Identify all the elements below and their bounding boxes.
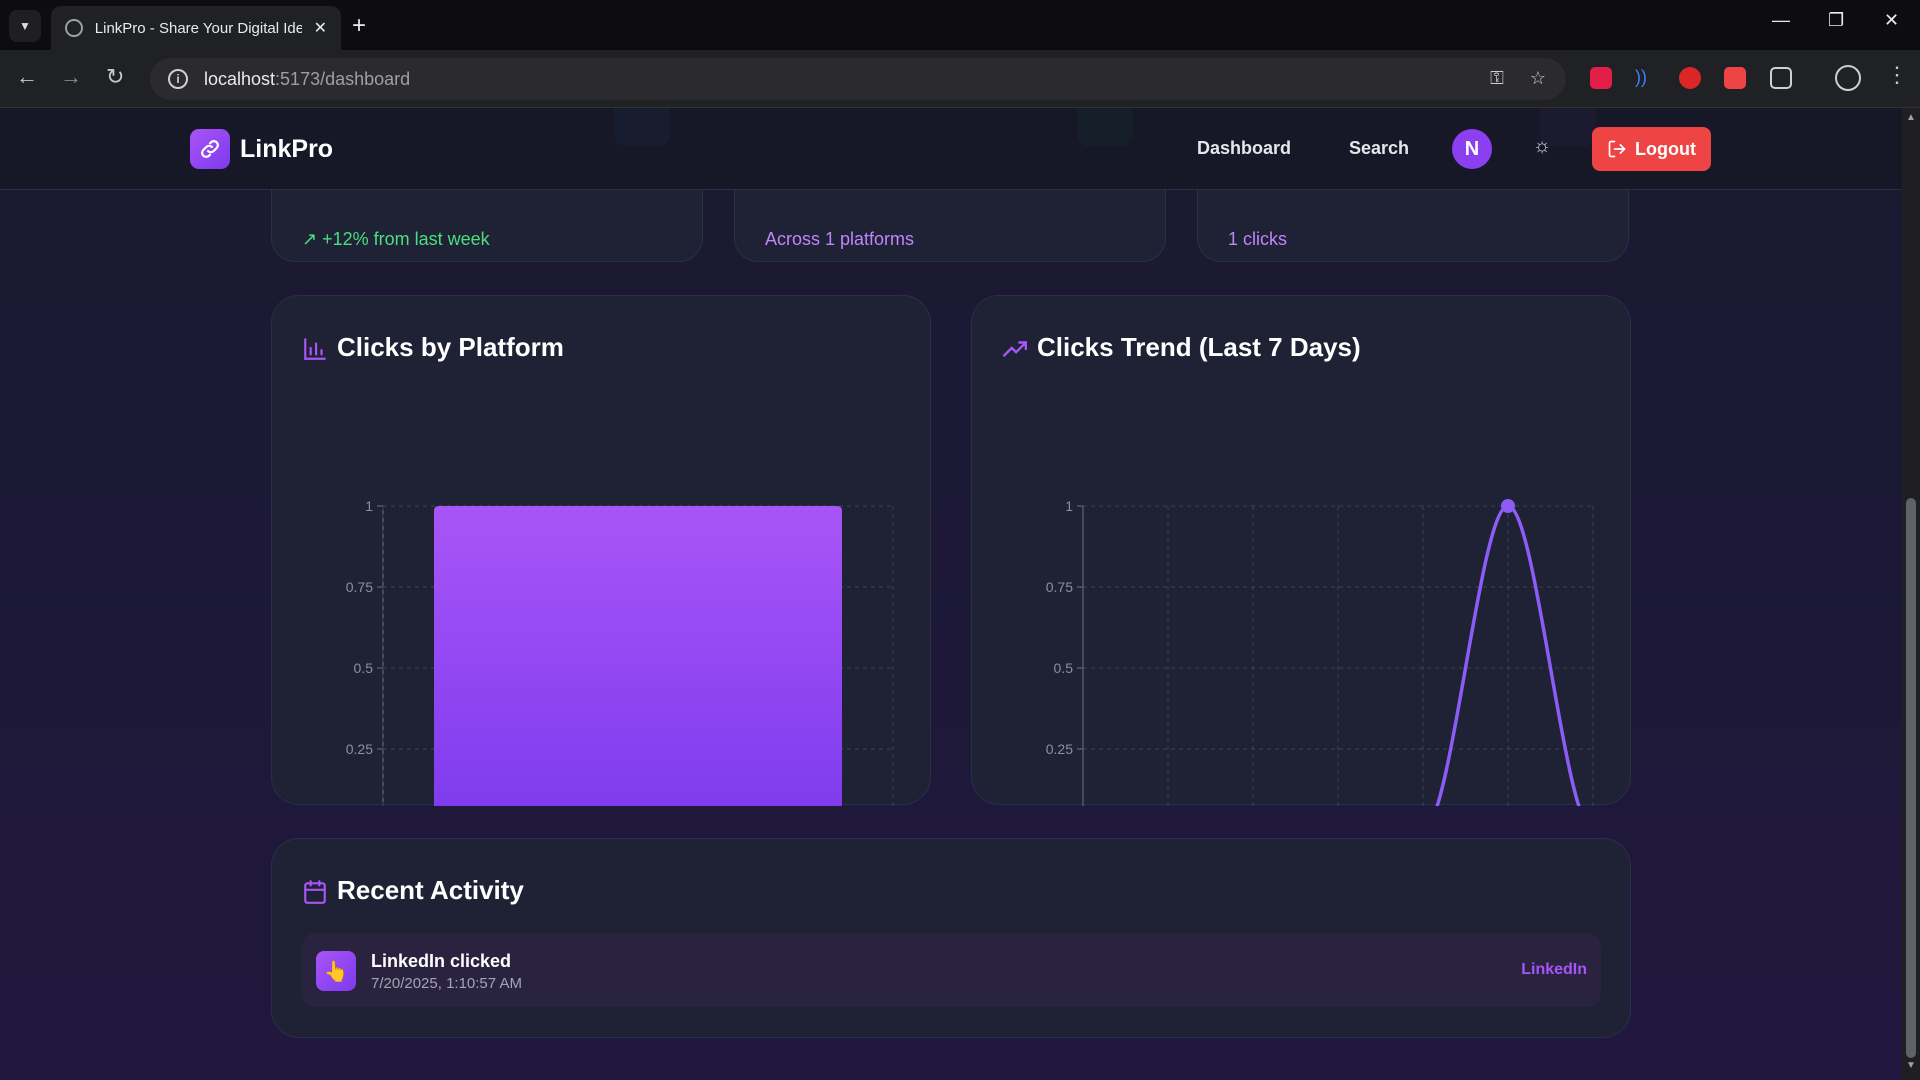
logout-label: Logout: [1635, 138, 1696, 159]
avatar[interactable]: N: [1452, 129, 1492, 169]
restore-icon[interactable]: ❐: [1828, 10, 1844, 31]
browser-toolbar: ← → ↻ i localhost:5173/dashboard ⚿ ☆ )) …: [0, 50, 1920, 108]
activity-platform-tag: LinkedIn: [1521, 961, 1587, 978]
logout-button[interactable]: Logout: [1592, 127, 1711, 171]
scrollbar-thumb[interactable]: [1906, 498, 1916, 1058]
trend-line: [1435, 504, 1581, 806]
extensions-puzzle-icon[interactable]: [1770, 67, 1792, 89]
page-scrollbar[interactable]: ▲ ▼: [1902, 108, 1920, 1080]
browser-menu-icon[interactable]: ⋮: [1886, 62, 1908, 88]
calendar-icon: [304, 880, 326, 904]
y-tick-label: 0.5: [354, 660, 374, 676]
bar-linkedin: [434, 506, 842, 806]
globe-icon: [65, 19, 83, 37]
extension-adblock-icon[interactable]: [1679, 67, 1701, 89]
link-logo-icon: [190, 129, 230, 169]
point-sat: [1501, 499, 1515, 513]
y-tick-label: 1: [1065, 498, 1073, 514]
reload-icon[interactable]: ↻: [106, 64, 124, 90]
clicks-trend-card: Clicks Trend (Last 7 Days) 00.250.50.751…: [971, 295, 1631, 806]
page-viewport: ↗ +12% from last week Across 1 platforms…: [0, 108, 1902, 1080]
activity-item[interactable]: 👆 LinkedIn clicked 7/20/2025, 1:10:57 AM…: [302, 933, 1601, 1007]
clicks-by-platform-chart: 00.250.50.751LinkedIn: [346, 498, 894, 806]
clicks-by-platform-card: Clicks by Platform 00.250.50.751LinkedIn: [271, 295, 931, 806]
recent-activity-card: Recent Activity 👆 LinkedIn clicked 7/20/…: [271, 838, 1631, 1038]
stat-sub-text: ↗ +12% from last week: [302, 229, 490, 249]
nav-search-link[interactable]: Search: [1349, 138, 1409, 159]
close-tab-icon[interactable]: ✕: [314, 18, 327, 38]
forward-icon[interactable]: →: [60, 64, 82, 90]
password-key-icon[interactable]: ⚿: [1490, 68, 1504, 89]
tab-search-button[interactable]: ▼: [9, 10, 41, 42]
stat-sub-text: Across 1 platforms: [765, 229, 915, 249]
y-tick-label: 1: [365, 498, 373, 514]
new-tab-button[interactable]: +: [352, 12, 366, 40]
bookmark-star-icon[interactable]: ☆: [1530, 68, 1546, 89]
address-bar[interactable]: i localhost:5173/dashboard ⚿ ☆: [150, 58, 1566, 100]
activity-time: 7/20/2025, 1:10:57 AM: [371, 975, 522, 992]
extension-grid-icon[interactable]: [1724, 67, 1746, 89]
site-info-icon[interactable]: i: [168, 69, 188, 89]
minimize-icon[interactable]: —: [1772, 10, 1790, 31]
scroll-up-icon[interactable]: ▲: [1906, 112, 1916, 123]
y-tick-label: 0.5: [1054, 660, 1074, 676]
scroll-down-icon[interactable]: ▼: [1906, 1060, 1916, 1071]
y-tick-label: 0.25: [1046, 741, 1073, 757]
tab-title: LinkPro - Share Your Digital Ide: [94, 19, 302, 37]
browser-tab[interactable]: LinkPro - Share Your Digital Ide ✕: [51, 6, 341, 50]
y-tick-label: 0.25: [346, 741, 373, 757]
profile-icon[interactable]: [1835, 65, 1861, 91]
app-navbar: LinkPro Dashboard Search N ☼ Logout: [0, 108, 1902, 190]
theme-toggle-sun-icon[interactable]: ☼: [1528, 135, 1556, 163]
brand-name: LinkPro: [240, 134, 334, 163]
nav-dashboard-link[interactable]: Dashboard: [1197, 138, 1291, 159]
card-title: Recent Activity: [337, 875, 524, 905]
brand[interactable]: LinkPro: [190, 129, 333, 169]
back-icon[interactable]: ←: [16, 64, 38, 90]
extension-audio-icon[interactable]: )): [1635, 67, 1657, 89]
url-text: localhost:5173/dashboard: [204, 68, 411, 89]
extension-red-icon[interactable]: [1590, 67, 1612, 89]
pointer-hand-icon: 👆: [316, 951, 356, 991]
logout-icon: [1608, 140, 1626, 158]
clicks-trend-chart: 00.250.50.751MonTueWedThuFriSatSun: [1046, 498, 1594, 806]
close-window-icon[interactable]: ✕: [1884, 10, 1899, 31]
y-tick-label: 0.75: [346, 579, 373, 595]
stat-sub-text: 1 clicks: [1228, 229, 1288, 249]
browser-tab-bar: ▼ LinkPro - Share Your Digital Ide ✕ + —…: [0, 0, 1920, 50]
y-tick-label: 0.75: [1046, 579, 1073, 595]
activity-title: LinkedIn clicked: [371, 951, 512, 971]
